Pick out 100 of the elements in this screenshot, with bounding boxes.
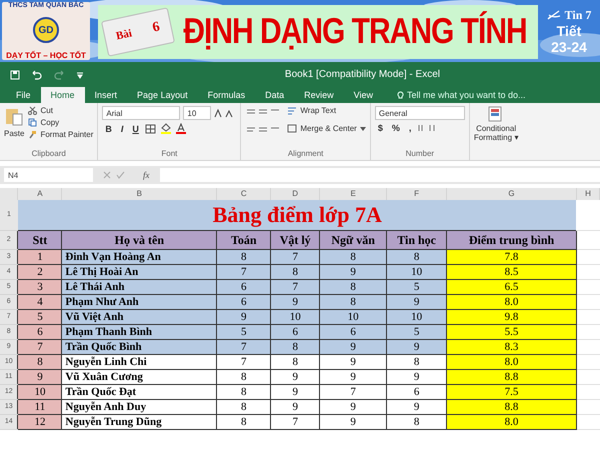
merge-center-button[interactable]: Merge & Center: [287, 124, 366, 133]
table-cell: 9: [216, 310, 271, 324]
lightbulb-icon: [397, 90, 404, 100]
ribbon-tab[interactable]: Page Layout: [127, 87, 198, 103]
table-cell: 8.0: [446, 414, 576, 430]
table-cell: 9: [386, 294, 447, 310]
column-header[interactable]: A: [18, 188, 62, 200]
slide-title: ĐỊNH DẠNG TRANG TÍNH: [182, 12, 528, 52]
paste-button[interactable]: Paste: [4, 129, 24, 138]
table-cell: 8: [216, 250, 271, 264]
tell-me-field[interactable]: Tell me what you want to do...: [383, 87, 526, 103]
table-cell: 9.8: [446, 310, 576, 324]
ribbon-tab[interactable]: Insert: [84, 87, 128, 103]
table-cell: 9: [386, 400, 447, 414]
table-cell: 11: [18, 400, 62, 414]
table-cell: 5: [386, 324, 447, 340]
table-cell: 8: [216, 384, 271, 400]
column-header[interactable]: D: [270, 188, 320, 200]
style-button[interactable]: I: [118, 124, 126, 134]
table-cell: 5: [216, 324, 271, 340]
font-color-icon[interactable]: [174, 123, 187, 134]
table-cell: 3: [18, 280, 62, 294]
column-header[interactable]: E: [320, 188, 387, 200]
header-cell: Tin học: [386, 230, 447, 250]
table-cell: 8.0: [446, 354, 576, 370]
number-format-button[interactable]: ,: [406, 123, 414, 133]
table-cell: 8.5: [446, 264, 576, 280]
brush-icon: [28, 130, 38, 139]
font-size-field[interactable]: 10: [183, 106, 212, 120]
header-cell: Stt: [18, 230, 62, 250]
copy-button[interactable]: Copy: [28, 118, 94, 127]
column-header[interactable]: C: [216, 188, 271, 200]
table-cell: 12: [18, 414, 62, 430]
table-cell: Vũ Xuân Cương: [62, 370, 217, 384]
lesson-number: 6: [151, 20, 162, 37]
table-cell: Trần Quốc Bình: [62, 340, 217, 354]
table-cell: 7: [270, 280, 320, 294]
number-format-field[interactable]: General: [374, 106, 465, 120]
table-cell: 9: [270, 370, 320, 384]
period-label: Tiết: [556, 22, 582, 38]
cut-button[interactable]: Cut: [28, 106, 94, 115]
column-header[interactable]: G: [446, 188, 576, 200]
font-family-field[interactable]: Arial: [102, 106, 180, 120]
number-format-button[interactable]: $: [374, 123, 386, 133]
table-cell: 4: [18, 294, 62, 310]
table-cell: 8: [270, 354, 320, 370]
table-cell: 8.8: [446, 400, 576, 414]
wrap-text-icon: [287, 106, 298, 115]
table-cell: 9: [18, 370, 62, 384]
table-cell: 7.8: [446, 250, 576, 264]
fill-color-icon[interactable]: [160, 123, 172, 134]
undo-icon[interactable]: [30, 70, 44, 80]
name-box[interactable]: N4: [4, 168, 93, 182]
table-cell: 6: [320, 324, 387, 340]
table-cell: 5.5: [446, 324, 576, 340]
table-cell: Nguyễn Anh Duy: [62, 400, 217, 414]
table-cell: 7: [270, 414, 320, 430]
column-header[interactable]: F: [386, 188, 447, 200]
column-header[interactable]: B: [62, 188, 217, 200]
wrap-text-button[interactable]: Wrap Text: [287, 106, 366, 115]
caret-icon: [360, 126, 366, 130]
logo-badge: GD: [33, 17, 59, 43]
group-label: Clipboard: [30, 149, 67, 160]
borders-icon[interactable]: [144, 124, 157, 134]
paste-icon[interactable]: [5, 106, 24, 126]
table-cell: 9: [320, 370, 387, 384]
table-cell: 1: [18, 250, 62, 264]
table-cell: 6: [386, 384, 447, 400]
ribbon-tab[interactable]: View: [344, 87, 383, 103]
table-cell: Phạm Như Anh: [62, 294, 217, 310]
function-button[interactable]: fx: [143, 170, 150, 180]
ribbon-tab[interactable]: Home: [40, 87, 85, 103]
header-cell: Toán: [216, 230, 271, 250]
group-label: Alignment: [286, 149, 324, 160]
format-painter-button[interactable]: Format Painter: [28, 130, 94, 139]
ribbon-tab[interactable]: Data: [255, 87, 294, 103]
save-icon[interactable]: [10, 70, 20, 80]
copy-icon: [28, 118, 38, 127]
table-cell: 7: [216, 264, 271, 280]
table-cell: Trần Quốc Đạt: [62, 384, 217, 400]
merge-icon: [287, 124, 298, 133]
table-cell: 10: [386, 310, 447, 324]
ribbon-tab[interactable]: Review: [294, 87, 344, 103]
column-header[interactable]: H: [576, 188, 600, 200]
number-format-button[interactable]: %: [388, 123, 403, 133]
table-cell: 8: [270, 264, 320, 280]
table-cell: Phạm Thanh Bình: [62, 324, 217, 340]
formula-field[interactable]: [160, 168, 600, 182]
ribbon-tab[interactable]: File: [6, 87, 41, 103]
table-cell: 6.5: [446, 280, 576, 294]
customize-icon[interactable]: [76, 70, 84, 78]
logo-slogan: DẠY TỐT – HỌC TỐT: [6, 51, 86, 60]
style-button[interactable]: U: [129, 124, 142, 134]
table-cell: 9: [320, 264, 387, 280]
ribbon-tab[interactable]: Formulas: [198, 87, 256, 103]
table-cell: 7: [216, 354, 271, 370]
conditional-formatting-icon[interactable]: [488, 106, 504, 124]
scissors-icon: [28, 106, 38, 115]
conditional-formatting-button[interactable]: Conditional Formatting ▾: [474, 124, 518, 142]
style-button[interactable]: B: [102, 124, 115, 134]
